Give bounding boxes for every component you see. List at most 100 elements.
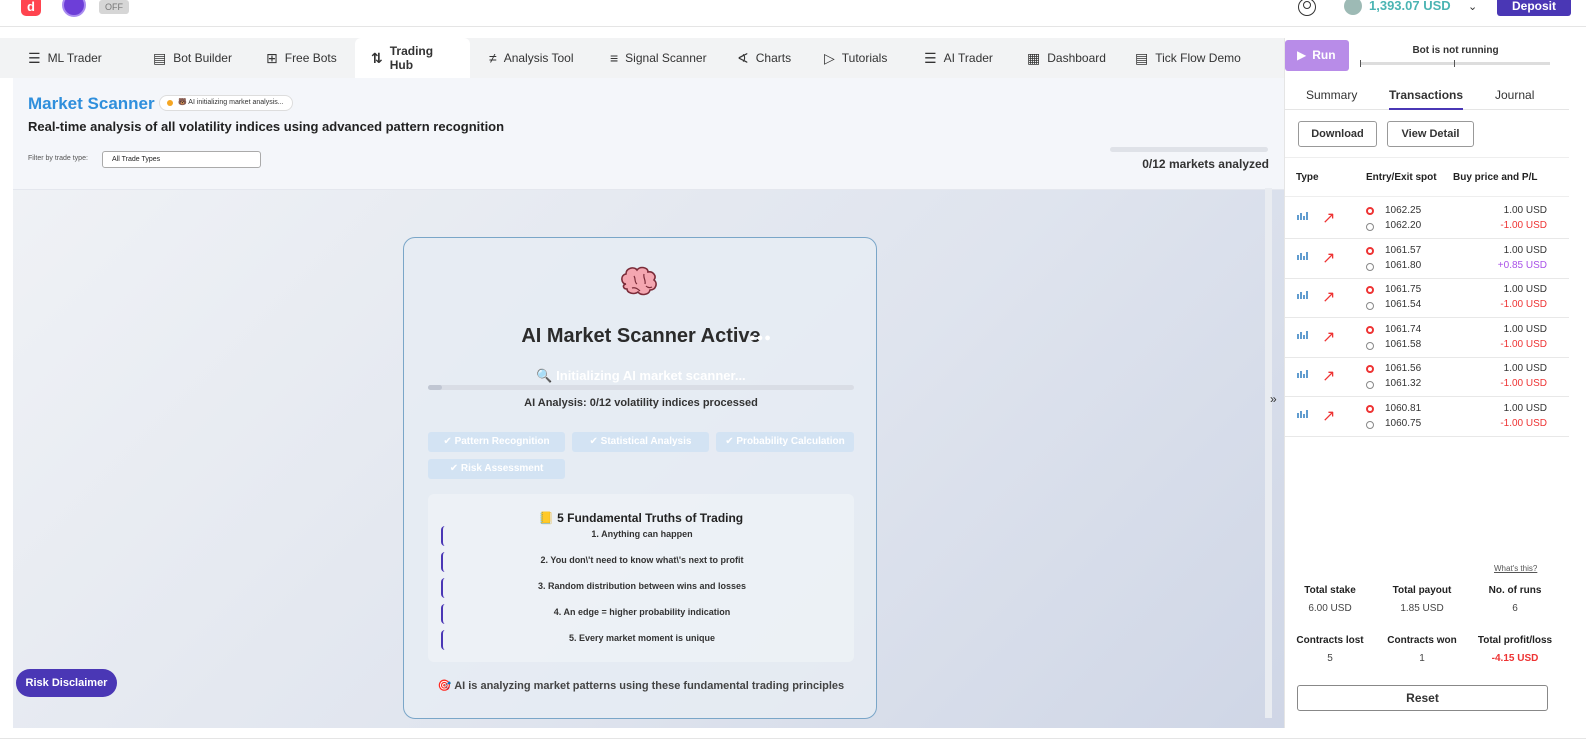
tab-free-bots[interactable]: ⊞ Free Bots (266, 38, 337, 78)
footer-bar (0, 738, 1586, 754)
brand-logo[interactable]: d (21, 0, 41, 16)
page-title: Market Scanner (28, 94, 155, 113)
arrow-up-right-icon: ↗ (1322, 289, 1336, 307)
profit-loss: -1.00 USD (1500, 378, 1547, 390)
off-toggle[interactable]: OFF (99, 0, 129, 14)
tab-transactions[interactable]: Transactions (1389, 88, 1464, 110)
entry-spot: 1062.25 (1385, 205, 1422, 216)
truth-item: 5. Every market moment is unique (441, 630, 841, 650)
scrollbar[interactable] (1265, 188, 1272, 718)
tab-label: Signal Scanner (625, 51, 707, 65)
runs-value: 6 (1512, 603, 1518, 614)
truths-heading: 📒 5 Fundamental Truths of Trading (428, 511, 854, 525)
tab-label: Dashboard (1047, 51, 1106, 65)
transaction-row[interactable]: ↗ 1061.57 1061.80 1.00 USD +0.85 USD (1285, 239, 1569, 279)
risk-disclaimer-button[interactable]: Risk Disclaimer (16, 669, 117, 697)
target-icon: 🎯 (437, 680, 455, 692)
transaction-row[interactable]: ↗ 1061.75 1061.54 1.00 USD -1.00 USD (1285, 278, 1569, 319)
transactions-header: Type Entry/Exit spot Buy price and P/L (1285, 157, 1569, 197)
run-label: Run (1312, 48, 1336, 62)
transaction-row[interactable]: ↗ 1061.56 1061.32 1.00 USD -1.00 USD (1285, 357, 1569, 398)
entry-spot: 1061.75 (1385, 284, 1422, 296)
card-title: AI Market Scanner Active (521, 325, 761, 347)
chip-statistical-analysis: ✔ Statistical Analysis (572, 432, 709, 452)
exit-marker-icon (1366, 421, 1374, 429)
transaction-row[interactable]: ↗ 1062.25 1062.20 1.00 USD -1.00 USD (1285, 199, 1569, 239)
tick-chart-icon (1297, 212, 1308, 220)
exit-spot: 1061.54 (1385, 299, 1422, 311)
scan-progress-bar (428, 385, 854, 390)
exit-marker-icon (1366, 223, 1374, 231)
runs-label: No. of runs (1488, 585, 1542, 596)
play-icon: ▶ (1297, 48, 1307, 62)
whats-this-link[interactable]: What's this? (1494, 564, 1537, 573)
account-icon[interactable] (1298, 0, 1316, 16)
contracts-lost-label: Contracts lost (1296, 635, 1364, 646)
grid-plus-icon: ⊞ (266, 49, 278, 66)
total-profit-label: Total profit/loss (1477, 635, 1553, 646)
video-icon: ▷ (824, 49, 835, 66)
list-icon: ≡ (610, 50, 619, 66)
profit-loss: -1.00 USD (1500, 338, 1547, 350)
account-balance[interactable]: 1,393.07 USD (1369, 0, 1451, 13)
double-chevron-right-icon[interactable]: » (1270, 392, 1277, 406)
entry-spot: 1061.74 (1385, 323, 1422, 335)
deposit-button[interactable]: Deposit (1497, 0, 1571, 16)
tab-label: Free Bots (284, 51, 337, 65)
candles-icon: ≠ (489, 50, 497, 66)
profit-loss: -1.00 USD (1500, 418, 1547, 429)
arrow-up-right-icon: ↗ (1322, 210, 1336, 227)
exit-spot: 1062.20 (1385, 220, 1422, 231)
layers-icon: ☰ (924, 49, 937, 66)
scan-progress-fill (428, 385, 442, 390)
view-detail-button[interactable]: View Detail (1387, 121, 1474, 147)
total-stake-value: 6.00 USD (1308, 603, 1352, 614)
tab-label: AI Trader (943, 51, 993, 65)
filter-label: Filter by trade type: (28, 155, 88, 162)
tab-trading-hub[interactable]: ⇅ Trading Hub (355, 38, 470, 78)
buy-price: 1.00 USD (1503, 205, 1547, 216)
truths-title: 5 Fundamental Truths of Trading (557, 511, 744, 525)
tab-label: Charts (755, 51, 792, 65)
tab-tick-flow-demo[interactable]: ▤ Tick Flow Demo (1135, 38, 1241, 78)
entry-spot: 1061.57 (1385, 244, 1422, 256)
bot-status: Bot is not running (1412, 45, 1499, 56)
col-entry-exit: Entry/Exit spot (1366, 172, 1437, 183)
arrow-up-right-icon: ↗ (1322, 408, 1336, 425)
col-buy-price: Buy price and P/L (1453, 172, 1538, 183)
tab-ml-trader[interactable]: ☰ ML Trader (28, 38, 102, 78)
exit-marker-icon (1366, 302, 1374, 311)
target-icon[interactable] (62, 0, 86, 17)
exit-marker-icon (1366, 262, 1374, 271)
layers-icon: ☰ (28, 49, 41, 66)
tab-analysis-tool[interactable]: ≠ Analysis Tool (489, 38, 574, 78)
exit-spot: 1061.32 (1385, 378, 1422, 390)
tab-journal[interactable]: Journal (1495, 88, 1534, 102)
exit-marker-icon (1366, 381, 1374, 390)
bot-progress-track (1360, 60, 1550, 67)
truth-item: 1. Anything can happen (441, 526, 841, 546)
builder-icon: ▤ (153, 49, 167, 66)
transaction-row[interactable]: ↗ 1060.81 1060.75 1.00 USD -1.00 USD (1285, 397, 1569, 437)
tab-tutorials[interactable]: ▷ Tutorials (824, 38, 887, 78)
tab-dashboard[interactable]: ▦ Dashboard (1027, 38, 1106, 78)
reset-button[interactable]: Reset (1297, 685, 1548, 711)
transaction-row[interactable]: ↗ 1061.74 1061.58 1.00 USD -1.00 USD (1285, 318, 1569, 358)
truths-box: 📒 5 Fundamental Truths of Trading 1. Any… (428, 494, 854, 662)
tab-charts[interactable]: ∢ Charts (737, 38, 791, 78)
entry-marker-icon (1366, 246, 1374, 255)
tab-label: Tick Flow Demo (1155, 51, 1241, 65)
status-badge: 🐻 AI initializing market analysis... (159, 95, 293, 111)
chart-line-icon: ∢ (737, 49, 749, 66)
download-button[interactable]: Download (1298, 121, 1377, 147)
tab-label: ML Trader (47, 51, 102, 65)
tab-label: Tutorials (841, 51, 888, 65)
tab-summary[interactable]: Summary (1306, 88, 1357, 102)
arrow-up-right-icon: ↗ (1322, 328, 1336, 346)
tab-bot-builder[interactable]: ▤ Bot Builder (153, 38, 232, 78)
tab-ai-trader[interactable]: ☰ AI Trader (924, 38, 993, 78)
chevron-down-icon[interactable]: ⌄ (1468, 0, 1477, 13)
trade-type-select[interactable]: All Trade Types (102, 151, 261, 168)
run-button[interactable]: ▶ Run (1285, 40, 1349, 71)
tab-signal-scanner[interactable]: ≡ Signal Scanner (610, 38, 707, 78)
